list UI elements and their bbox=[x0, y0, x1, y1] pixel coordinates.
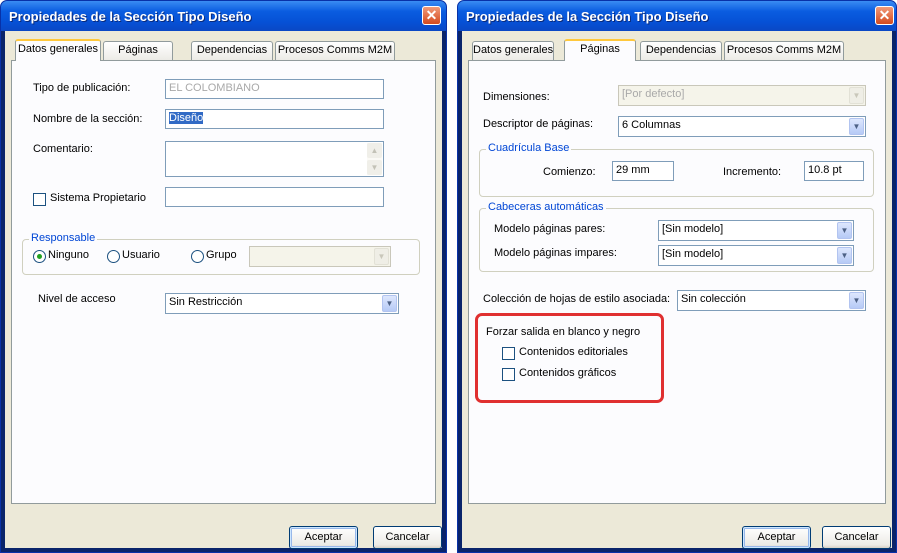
pares-value: [Sin modelo] bbox=[662, 223, 724, 235]
impares-select[interactable]: [Sin modelo] ▼ bbox=[658, 245, 854, 266]
nivel-acceso-label: Nivel de acceso bbox=[38, 293, 116, 305]
grupo-radio[interactable] bbox=[191, 250, 204, 263]
left-cancelar-button[interactable]: Cancelar bbox=[373, 526, 442, 549]
left-dialog-title: Propiedades de la Sección Tipo Diseño bbox=[9, 9, 252, 24]
right-title-bar[interactable]: Propiedades de la Sección Tipo Diseño ✕ bbox=[458, 1, 896, 31]
descriptor-value: 6 Columnas bbox=[622, 119, 681, 131]
pares-label: Modelo páginas pares: bbox=[494, 223, 606, 235]
tipo-publicacion-label: Tipo de publicación: bbox=[33, 82, 131, 94]
incremento-field[interactable]: 10.8 pt bbox=[804, 161, 864, 181]
tab-dependencias[interactable]: Dependencias bbox=[191, 41, 273, 60]
scroll-down-icon[interactable]: ▼ bbox=[367, 160, 382, 175]
descriptor-select[interactable]: 6 Columnas ▼ bbox=[618, 116, 866, 137]
ninguno-radio[interactable] bbox=[33, 250, 46, 263]
tab-procesos-comms[interactable]: Procesos Comms M2M bbox=[275, 41, 395, 60]
responsable-group: Responsable Ninguno Usuario Grupo ▼ bbox=[22, 232, 420, 275]
descriptor-dropdown-icon[interactable]: ▼ bbox=[849, 118, 864, 135]
grupo-label: Grupo bbox=[206, 249, 237, 261]
tab-datos-generales[interactable]: Datos generales bbox=[472, 41, 554, 60]
impares-value: [Sin modelo] bbox=[662, 248, 724, 260]
grupo-dropdown-icon: ▼ bbox=[374, 248, 389, 265]
right-cancelar-button[interactable]: Cancelar bbox=[822, 526, 891, 549]
responsable-group-label: Responsable bbox=[29, 232, 98, 244]
nombre-seccion-label: Nombre de la sección: bbox=[33, 113, 143, 125]
usuario-radio[interactable] bbox=[107, 250, 120, 263]
cuadricula-group: Cuadrícula Base Comienzo: 29 mm Incremen… bbox=[479, 142, 874, 197]
right-dialog-body: Datos generales Páginas Dependencias Pro… bbox=[462, 31, 892, 549]
impares-dropdown-icon[interactable]: ▼ bbox=[837, 247, 852, 264]
comentario-label: Comentario: bbox=[33, 143, 93, 155]
tab-dependencias[interactable]: Dependencias bbox=[640, 41, 722, 60]
nivel-acceso-value: Sin Restricción bbox=[169, 296, 243, 308]
right-panel: Dimensiones: [Por defecto] ▼ Descriptor … bbox=[468, 60, 886, 504]
dimensiones-select: [Por defecto] ▼ bbox=[618, 85, 866, 106]
cabeceras-group-label: Cabeceras automáticas bbox=[486, 201, 606, 213]
left-title-bar[interactable]: Propiedades de la Sección Tipo Diseño ✕ bbox=[1, 1, 446, 31]
right-aceptar-button[interactable]: Aceptar bbox=[742, 526, 811, 549]
right-dialog: Propiedades de la Sección Tipo Diseño ✕ … bbox=[457, 0, 897, 553]
comienzo-label: Comienzo: bbox=[543, 166, 596, 178]
scroll-up-icon[interactable]: ▲ bbox=[367, 143, 382, 158]
sistema-propietario-label: Sistema Propietario bbox=[50, 192, 146, 204]
pares-select[interactable]: [Sin modelo] ▼ bbox=[658, 220, 854, 241]
tab-datos-generales[interactable]: Datos generales bbox=[15, 39, 101, 61]
tipo-publicacion-field: EL COLOMBIANO bbox=[165, 79, 384, 99]
coleccion-label: Colección de hojas de estilo asociada: bbox=[483, 293, 671, 305]
comienzo-field[interactable]: 29 mm bbox=[612, 161, 674, 181]
nombre-seccion-value: Diseño bbox=[169, 112, 204, 124]
tab-procesos-comms[interactable]: Procesos Comms M2M bbox=[724, 41, 844, 60]
usuario-label: Usuario bbox=[122, 249, 160, 261]
comentario-textarea[interactable]: ▲ ▼ bbox=[165, 141, 384, 177]
grupo-select: ▼ bbox=[249, 246, 391, 267]
coleccion-value: Sin colección bbox=[681, 293, 746, 305]
impares-label: Modelo páginas impares: bbox=[494, 247, 617, 259]
left-dialog-body: Datos generales Páginas Dependencias Pro… bbox=[5, 31, 442, 549]
ninguno-label: Ninguno bbox=[48, 249, 89, 261]
nivel-acceso-select[interactable]: Sin Restricción ▼ bbox=[165, 293, 399, 314]
tab-paginas[interactable]: Páginas bbox=[564, 39, 636, 61]
cuadricula-group-label: Cuadrícula Base bbox=[486, 142, 572, 154]
dimensiones-value: [Por defecto] bbox=[622, 88, 685, 100]
right-dialog-title: Propiedades de la Sección Tipo Diseño bbox=[466, 9, 709, 24]
descriptor-label: Descriptor de páginas: bbox=[483, 118, 594, 130]
sistema-propietario-field bbox=[165, 187, 384, 207]
left-aceptar-button[interactable]: Aceptar bbox=[289, 526, 358, 549]
comentario-scrollbar[interactable]: ▲ ▼ bbox=[367, 143, 382, 175]
dimensiones-label: Dimensiones: bbox=[483, 91, 550, 103]
nombre-seccion-field[interactable]: Diseño bbox=[165, 109, 384, 129]
right-close-icon[interactable]: ✕ bbox=[875, 6, 894, 25]
pares-dropdown-icon[interactable]: ▼ bbox=[837, 222, 852, 239]
tab-paginas[interactable]: Páginas bbox=[103, 41, 173, 60]
incremento-label: Incremento: bbox=[723, 166, 782, 178]
left-dialog: Propiedades de la Sección Tipo Diseño ✕ … bbox=[0, 0, 447, 553]
left-close-icon[interactable]: ✕ bbox=[422, 6, 441, 25]
sistema-propietario-checkbox[interactable] bbox=[33, 193, 46, 206]
red-highlight-box bbox=[475, 313, 664, 403]
cabeceras-group: Cabeceras automáticas Modelo páginas par… bbox=[479, 201, 874, 272]
dimensiones-dropdown-icon: ▼ bbox=[849, 87, 864, 104]
coleccion-dropdown-icon[interactable]: ▼ bbox=[849, 292, 864, 309]
nivel-acceso-dropdown-icon[interactable]: ▼ bbox=[382, 295, 397, 312]
left-panel: Tipo de publicación: EL COLOMBIANO Nombr… bbox=[11, 60, 436, 504]
coleccion-select[interactable]: Sin colección ▼ bbox=[677, 290, 866, 311]
